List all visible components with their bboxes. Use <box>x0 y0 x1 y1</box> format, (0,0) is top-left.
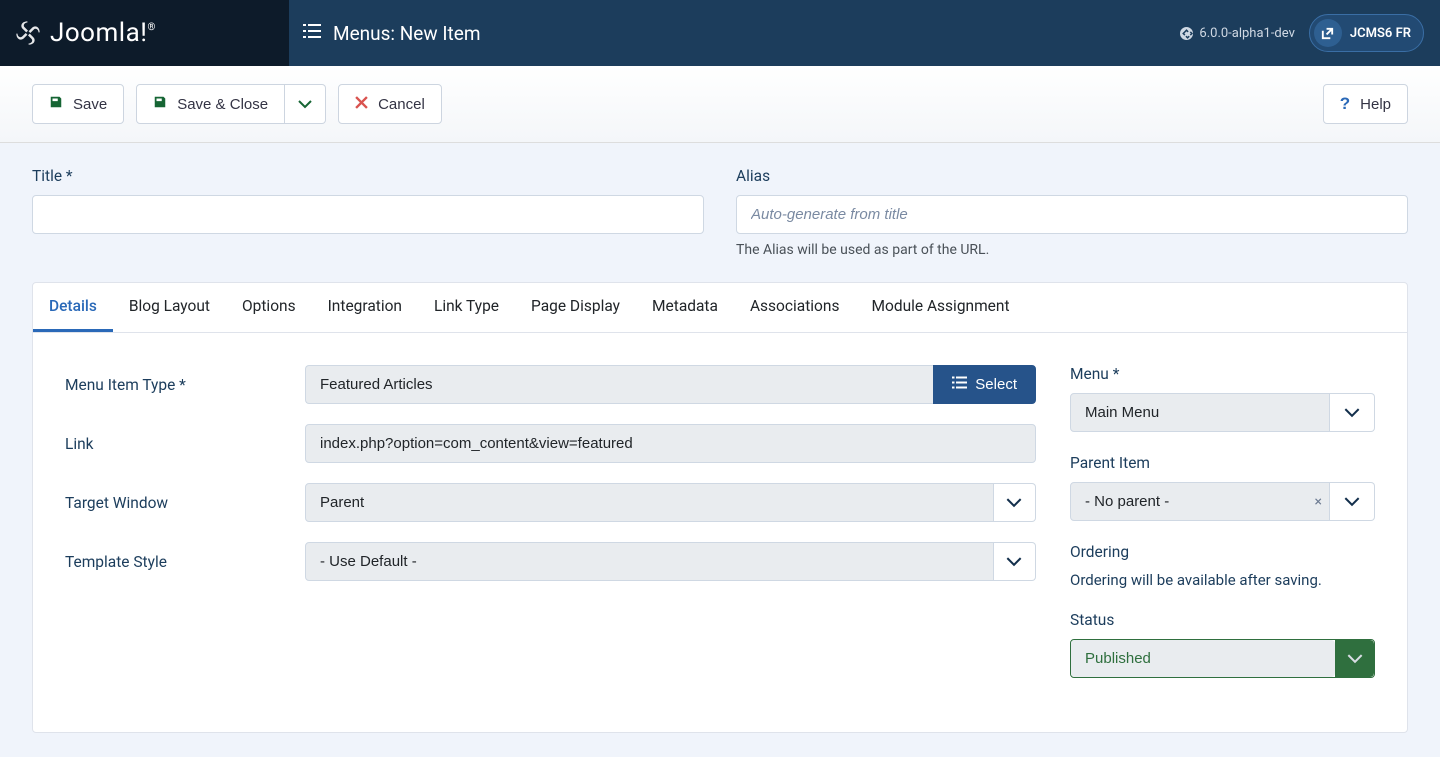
chevron-down-icon <box>1006 498 1022 508</box>
cancel-icon <box>355 96 368 113</box>
link-value <box>305 424 1036 463</box>
tab-metadata[interactable]: Metadata <box>636 283 734 332</box>
tab-options[interactable]: Options <box>226 283 312 332</box>
save-dropdown-button[interactable] <box>285 84 326 124</box>
parent-item-label: Parent Item <box>1070 454 1375 472</box>
menu-item-type-value <box>305 365 933 404</box>
save-icon <box>49 95 63 113</box>
title-label: Title * <box>32 167 704 185</box>
status-label: Status <box>1070 611 1375 629</box>
status-chevron[interactable] <box>1335 640 1374 677</box>
list-icon <box>303 23 321 43</box>
tab-integration[interactable]: Integration <box>312 283 418 332</box>
menu-select[interactable] <box>1070 393 1330 432</box>
tab-link-type[interactable]: Link Type <box>418 283 515 332</box>
help-button[interactable]: ? Help <box>1323 84 1408 124</box>
admin-header: Joomla!® Menus: New Item 6.0.0-alpha1-de… <box>0 0 1440 66</box>
list-small-icon <box>952 376 967 393</box>
target-window-chevron[interactable] <box>994 483 1036 522</box>
chevron-down-icon <box>1006 557 1022 567</box>
save-close-button[interactable]: Save & Close <box>136 84 285 124</box>
save-button[interactable]: Save <box>32 84 124 124</box>
menu-item-type-select-button[interactable]: Select <box>933 365 1036 404</box>
template-style-select[interactable] <box>305 542 994 581</box>
action-toolbar: Save Save & Close Cancel ? Help <box>0 66 1440 143</box>
chevron-down-icon <box>1344 497 1360 507</box>
title-input[interactable] <box>32 195 704 234</box>
version-info[interactable]: 6.0.0-alpha1-dev <box>1180 26 1294 41</box>
alias-input[interactable] <box>736 195 1408 234</box>
alias-label: Alias <box>736 167 1408 185</box>
tab-blog-layout[interactable]: Blog Layout <box>113 283 226 332</box>
ordering-text: Ordering will be available after saving. <box>1070 571 1375 589</box>
tab-page-display[interactable]: Page Display <box>515 283 636 332</box>
brand-name: Joomla!® <box>50 18 156 48</box>
joomla-icon <box>14 19 42 47</box>
template-style-label: Template Style <box>65 553 305 571</box>
parent-item-select[interactable] <box>1070 482 1330 521</box>
ordering-label: Ordering <box>1070 543 1375 561</box>
profile-menu[interactable]: JCMS6 FR <box>1309 14 1424 52</box>
help-icon: ? <box>1340 94 1350 114</box>
external-link-icon <box>1314 19 1342 47</box>
page-title: Menus: New Item <box>333 22 481 45</box>
profile-label: JCMS6 FR <box>1350 26 1411 41</box>
title-bar: Menus: New Item <box>289 0 1180 66</box>
template-style-chevron[interactable] <box>994 542 1036 581</box>
menu-item-type-label: Menu Item Type * <box>65 376 305 394</box>
target-window-label: Target Window <box>65 494 305 512</box>
version-text: 6.0.0-alpha1-dev <box>1199 26 1294 41</box>
menu-label: Menu * <box>1070 365 1375 383</box>
tab-details[interactable]: Details <box>33 283 113 332</box>
chevron-down-icon <box>1344 408 1360 418</box>
target-window-select[interactable] <box>305 483 994 522</box>
tab-module-assignment[interactable]: Module Assignment <box>855 283 1025 332</box>
alias-hint: The Alias will be used as part of the UR… <box>736 242 1408 258</box>
save-close-icon <box>153 95 167 113</box>
menu-chevron[interactable] <box>1330 393 1375 432</box>
status-select[interactable] <box>1071 640 1335 677</box>
parent-item-chevron[interactable] <box>1330 482 1375 521</box>
brand-section: Joomla!® <box>0 0 289 66</box>
clear-icon[interactable]: × <box>1315 494 1322 510</box>
cancel-button[interactable]: Cancel <box>338 84 442 124</box>
tab-associations[interactable]: Associations <box>734 283 856 332</box>
tab-bar: Details Blog Layout Options Integration … <box>33 283 1407 333</box>
chevron-down-icon <box>1347 654 1363 664</box>
joomla-small-icon <box>1180 27 1193 40</box>
chevron-down-icon <box>298 96 312 113</box>
link-label: Link <box>65 435 305 453</box>
